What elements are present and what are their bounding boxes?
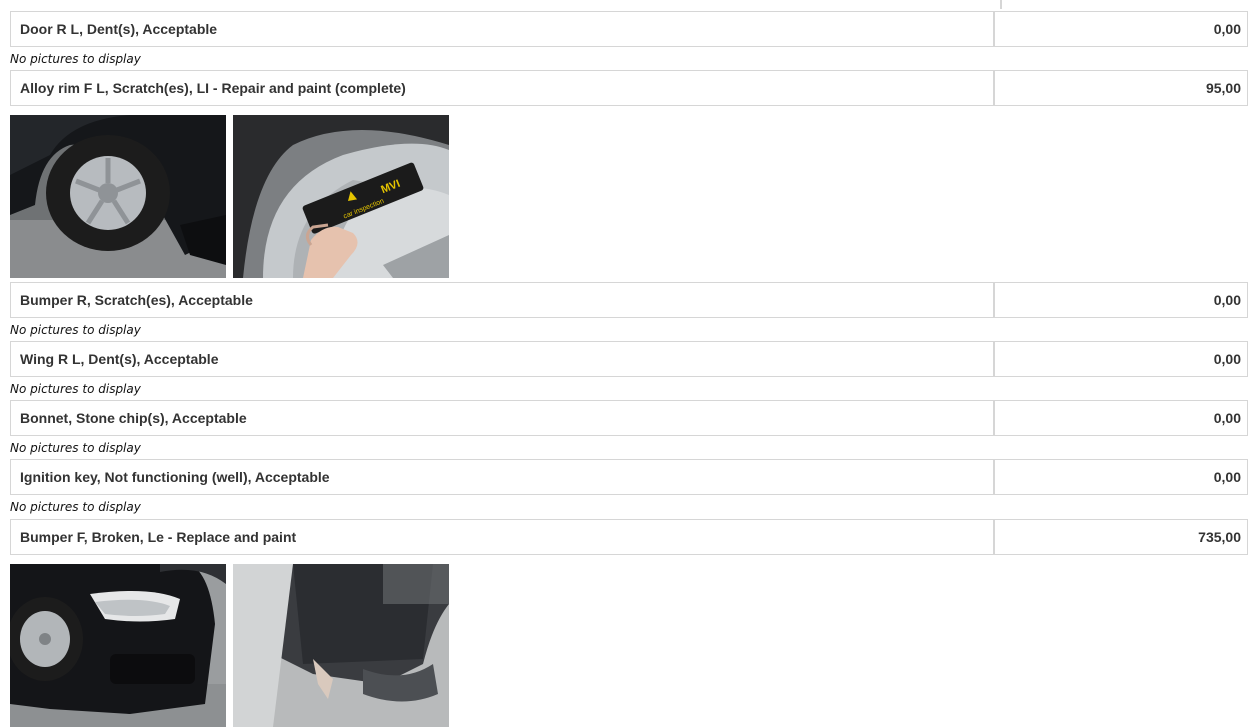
damage-description: Bumper R, Scratch(es), Acceptable <box>20 292 253 308</box>
damage-description: Wing R L, Dent(s), Acceptable <box>20 351 219 367</box>
damage-amount: 0,00 <box>993 283 1247 317</box>
table-divider <box>1000 0 1002 9</box>
damage-amount: 0,00 <box>993 460 1247 494</box>
damage-photo-rim-gauge[interactable]: MVI car inspection <box>233 115 449 278</box>
rim-gauge-photo-image: MVI car inspection <box>233 115 449 278</box>
damage-description: Bonnet, Stone chip(s), Acceptable <box>20 410 247 426</box>
bumper-closeup-photo-image <box>233 564 449 727</box>
damage-amount: 0,00 <box>993 342 1247 376</box>
damage-row: Ignition key, Not functioning (well), Ac… <box>10 459 1248 495</box>
damage-description: Ignition key, Not functioning (well), Ac… <box>20 469 330 485</box>
damage-amount: 0,00 <box>993 12 1247 46</box>
damage-amount: 735,00 <box>993 520 1247 554</box>
no-pictures-note: No pictures to display <box>10 52 141 66</box>
damage-amount: 95,00 <box>993 71 1247 105</box>
damage-row: Bumper F, Broken, Le - Replace and paint… <box>10 519 1248 555</box>
damage-amount: 0,00 <box>993 401 1247 435</box>
wheel-photo-image <box>10 115 226 278</box>
damage-description: Alloy rim F L, Scratch(es), LI - Repair … <box>20 80 406 96</box>
no-pictures-note: No pictures to display <box>10 382 141 396</box>
no-pictures-note: No pictures to display <box>10 323 141 337</box>
damage-description: Door R L, Dent(s), Acceptable <box>20 21 218 37</box>
damage-photo-bumper-closeup[interactable] <box>233 564 449 727</box>
damage-description: Bumper F, Broken, Le - Replace and paint <box>20 529 297 545</box>
damage-row: Bonnet, Stone chip(s), Acceptable 0,00 <box>10 400 1248 436</box>
no-pictures-note: No pictures to display <box>10 500 141 514</box>
damage-photo-wheel-side[interactable] <box>10 115 226 278</box>
damage-row: Alloy rim F L, Scratch(es), LI - Repair … <box>10 70 1248 106</box>
damage-row: Wing R L, Dent(s), Acceptable 0,00 <box>10 341 1248 377</box>
damage-row: Door R L, Dent(s), Acceptable 0,00 <box>10 11 1248 47</box>
damage-row: Bumper R, Scratch(es), Acceptable 0,00 <box>10 282 1248 318</box>
no-pictures-note: No pictures to display <box>10 441 141 455</box>
front-car-photo-image <box>10 564 226 727</box>
damage-photo-front-car[interactable] <box>10 564 226 727</box>
